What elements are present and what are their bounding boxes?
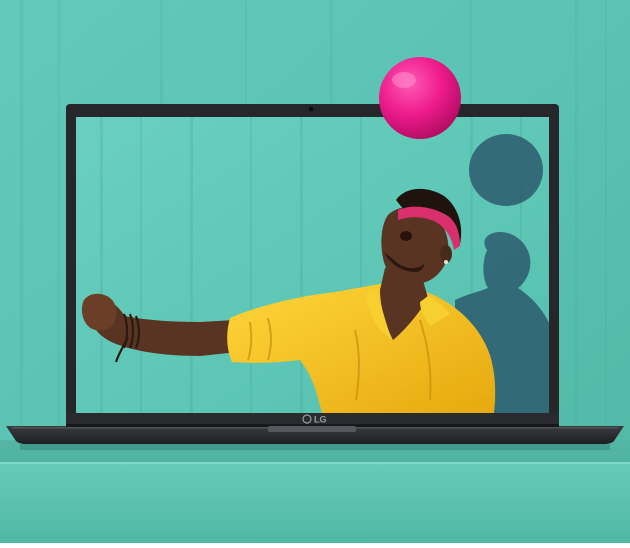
webcam-icon [308, 106, 314, 112]
ball-highlight [392, 72, 416, 88]
brand-logo-text: LG [314, 415, 327, 425]
person-hand [81, 293, 117, 331]
laptop-shadow [20, 444, 610, 450]
person-mouth [400, 231, 412, 241]
desk-edge-highlight [0, 462, 630, 464]
pink-ball [379, 57, 461, 139]
bottom-bezel [66, 413, 559, 425]
laptop-lid-notch [268, 426, 356, 432]
ball-shadow [469, 134, 543, 206]
laptop-base-highlight [12, 427, 618, 429]
scene-illustration: LG [0, 0, 630, 543]
laptop-display [76, 117, 549, 413]
earring-icon [444, 260, 448, 264]
laptop-product-scene: LG [0, 0, 630, 543]
